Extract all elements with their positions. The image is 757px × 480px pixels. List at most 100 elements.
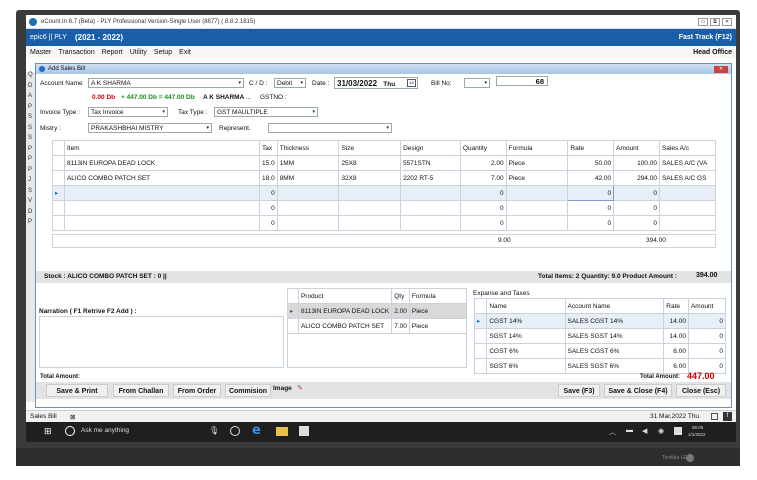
cell-product[interactable]: ALICO COMBO PATCH SET: [297, 318, 393, 334]
expense-grid[interactable]: Name Account Name Rate Amount ▸ CGST 14%…: [473, 298, 727, 374]
table-row[interactable]: CGST 6% SALES CGST 6% 6.00 0: [473, 343, 727, 359]
network-icon[interactable]: ◉: [658, 427, 664, 435]
table-row[interactable]: 0 0 0 0: [52, 215, 717, 231]
cell-formula[interactable]: Piece: [505, 170, 569, 186]
cell-rate[interactable]: 14.00: [663, 313, 689, 329]
cell-rate[interactable]: 14.00: [663, 328, 689, 344]
cell-name[interactable]: CGST 14%: [486, 313, 566, 329]
cell-formula[interactable]: Piece: [408, 303, 468, 319]
represent-dropdown[interactable]: ▾: [268, 123, 392, 133]
file-explorer-icon[interactable]: [276, 427, 288, 436]
column-header[interactable]: Amount: [687, 298, 727, 314]
maximize-button[interactable]: ⧉: [710, 17, 720, 26]
date-field[interactable]: 31/03/2022 Thu 15: [334, 77, 418, 89]
from-order-button[interactable]: From Order: [173, 384, 221, 397]
cell-design[interactable]: [400, 215, 461, 231]
cell-item[interactable]: 8113IN EUROPA DEAD LOCK: [63, 155, 261, 171]
column-header[interactable]: Formula: [505, 140, 569, 156]
cell-amount[interactable]: 0: [613, 200, 660, 216]
row-selector[interactable]: [52, 170, 65, 186]
cell-formula[interactable]: [505, 200, 569, 216]
menu-exit[interactable]: Exit: [179, 49, 191, 56]
cell-item[interactable]: [63, 215, 261, 231]
cell-amount[interactable]: 0: [687, 328, 727, 344]
cell-rate[interactable]: 0: [567, 185, 615, 201]
cell-thickness[interactable]: [276, 215, 340, 231]
notification-icon[interactable]: [674, 427, 682, 435]
cell-thickness[interactable]: 1MM: [276, 155, 340, 171]
cell-rate[interactable]: 0: [567, 200, 615, 216]
account-dropdown[interactable]: A K SHARMA ▾: [88, 78, 244, 88]
windows-start-icon[interactable]: ⊞: [44, 427, 52, 436]
table-row[interactable]: ▸ 8113IN EUROPA DEAD LOCK 2.00 Piece: [287, 303, 468, 319]
cell-quantity[interactable]: 0: [459, 185, 507, 201]
table-row[interactable]: ALICO COMBO PATCH SET 18.0 8MM 32X8 2202…: [52, 170, 717, 186]
cortana-icon[interactable]: [65, 426, 75, 436]
cell-size[interactable]: 32X8: [338, 170, 402, 186]
row-selector[interactable]: [52, 215, 65, 231]
commission-button[interactable]: Commision: [225, 384, 271, 397]
dialog-close-button[interactable]: ✕: [714, 65, 728, 73]
cell-qty[interactable]: 2.00: [391, 303, 410, 319]
close-button[interactable]: Close (Esc): [676, 384, 726, 397]
cell-item[interactable]: ALICO COMBO PATCH SET: [63, 170, 261, 186]
cell-rate[interactable]: 0: [567, 215, 615, 231]
cell-tax[interactable]: 0: [259, 185, 278, 201]
row-selector[interactable]: [52, 155, 65, 171]
row-selector[interactable]: [287, 318, 299, 334]
table-row[interactable]: SGST 14% SALES SGST 14% 14.00 0: [473, 328, 727, 344]
menu-setup[interactable]: Setup: [154, 49, 172, 56]
save-print-button[interactable]: Save & Print: [46, 384, 108, 397]
task-view-icon[interactable]: [230, 426, 240, 436]
column-header[interactable]: Formula: [408, 288, 468, 304]
row-selector[interactable]: [52, 200, 65, 216]
cell-qty[interactable]: 7.00: [391, 318, 410, 334]
facebook-icon[interactable]: f: [723, 412, 732, 421]
cell-account[interactable]: SALES SGST 6%: [564, 358, 665, 374]
column-header[interactable]: Account Name: [564, 298, 665, 314]
column-header[interactable]: Design: [400, 140, 461, 156]
cell-rate[interactable]: 50.00: [567, 155, 615, 171]
column-header[interactable]: Tax: [259, 140, 278, 156]
edge-icon[interactable]: e: [252, 423, 261, 438]
column-header[interactable]: Item: [63, 140, 261, 156]
close-window-button[interactable]: ✕: [722, 17, 732, 26]
menu-transaction[interactable]: Transaction: [58, 49, 94, 56]
cell-size[interactable]: 25X8: [338, 155, 402, 171]
column-header[interactable]: Quantity: [459, 140, 507, 156]
cell-name[interactable]: CGST 6%: [486, 343, 566, 359]
tab-sales-bill[interactable]: Sales Bill: [30, 413, 57, 420]
mistry-dropdown[interactable]: PRAKASHBHAI MISTRY ▾: [88, 123, 212, 133]
cell-amount[interactable]: 100.00: [613, 155, 660, 171]
minimize-button[interactable]: ▭: [698, 17, 708, 26]
cell-tax[interactable]: 18.0: [259, 170, 278, 186]
cell-formula[interactable]: Piece: [408, 318, 468, 334]
cell-size[interactable]: [338, 200, 402, 216]
narration-textarea[interactable]: [39, 316, 284, 368]
cell-item[interactable]: [63, 200, 261, 216]
cell-rate[interactable]: 42.00: [567, 170, 615, 186]
cell-size[interactable]: [338, 185, 402, 201]
column-header[interactable]: Rate: [567, 140, 615, 156]
cell-account[interactable]: SALES CGST 14%: [564, 313, 665, 329]
cell-tax[interactable]: 15.0: [259, 155, 278, 171]
tab-close-icon[interactable]: ⊠: [70, 413, 75, 421]
cell-design[interactable]: 2202 RT-5: [400, 170, 461, 186]
billno-prefix-dropdown[interactable]: ▾: [464, 78, 490, 88]
cell-formula[interactable]: [505, 185, 569, 201]
column-header[interactable]: Qty: [391, 288, 410, 304]
cell-account[interactable]: SALES SGST 14%: [564, 328, 665, 344]
cell-sales-ac[interactable]: SALES A/C (VA: [658, 155, 717, 171]
column-header[interactable]: Size: [338, 140, 402, 156]
calculator-icon[interactable]: [711, 413, 718, 420]
cell-quantity[interactable]: 7.00: [459, 170, 507, 186]
cell-tax[interactable]: 0: [259, 200, 278, 216]
column-header[interactable]: Product: [297, 288, 393, 304]
cell-product[interactable]: 8113IN EUROPA DEAD LOCK: [297, 303, 393, 319]
save-close-button[interactable]: Save & Close (F4): [604, 384, 672, 397]
menu-utility[interactable]: Utility: [130, 49, 147, 56]
cell-design[interactable]: 5571STN: [400, 155, 461, 171]
cell-formula[interactable]: [505, 215, 569, 231]
image-icon[interactable]: ✎: [297, 384, 303, 392]
column-header[interactable]: Name: [486, 298, 566, 314]
